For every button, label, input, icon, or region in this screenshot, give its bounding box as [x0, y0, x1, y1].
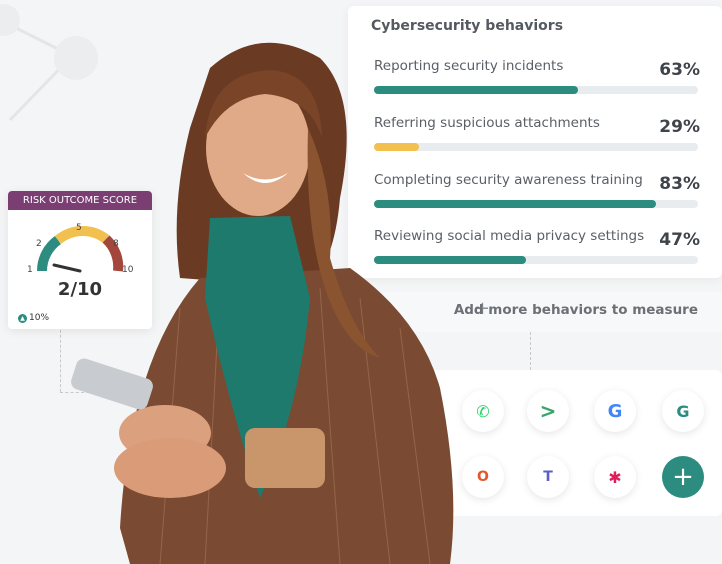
add-behavior-label: Add more behaviors to measure	[453, 302, 698, 318]
add-integration-button[interactable]: +	[662, 456, 704, 498]
risk-change: ▲ 10%	[18, 313, 49, 323]
gauge-tick: 1	[27, 265, 33, 275]
office-icon[interactable]: O	[462, 456, 504, 498]
connector-line	[530, 332, 531, 370]
prompt-icon[interactable]: >	[527, 390, 569, 432]
gauge-tick: 5	[76, 223, 82, 233]
integrations-card: ✆ > G G O T ✱ +	[428, 370, 722, 516]
risk-change-value: 10%	[29, 313, 50, 323]
gauge-tick: 10	[122, 265, 134, 275]
risk-score-title: RISK OUTCOME SCORE	[8, 191, 152, 210]
behavior-percent: 63%	[659, 60, 700, 80]
risk-score-value: 2/10	[57, 279, 103, 300]
teams-icon[interactable]: T	[527, 456, 569, 498]
gauge-tick: 2	[36, 239, 42, 249]
behavior-percent: 83%	[659, 174, 700, 194]
risk-score-card: RISK OUTCOME SCORE 1 2 5 8 10 2/10 ▲ 10%	[8, 191, 152, 329]
plus-icon: +	[672, 462, 694, 492]
google-icon[interactable]: G	[594, 390, 636, 432]
behavior-percent: 47%	[659, 230, 700, 250]
behavior-percent: 29%	[659, 117, 700, 137]
whatsapp-icon[interactable]: ✆	[462, 390, 504, 432]
slack-icon[interactable]: ✱	[594, 456, 636, 498]
arrow-up-icon: ▲	[18, 313, 27, 323]
gauge-tick: 8	[113, 239, 119, 249]
g-logo-icon[interactable]: G	[662, 390, 704, 432]
